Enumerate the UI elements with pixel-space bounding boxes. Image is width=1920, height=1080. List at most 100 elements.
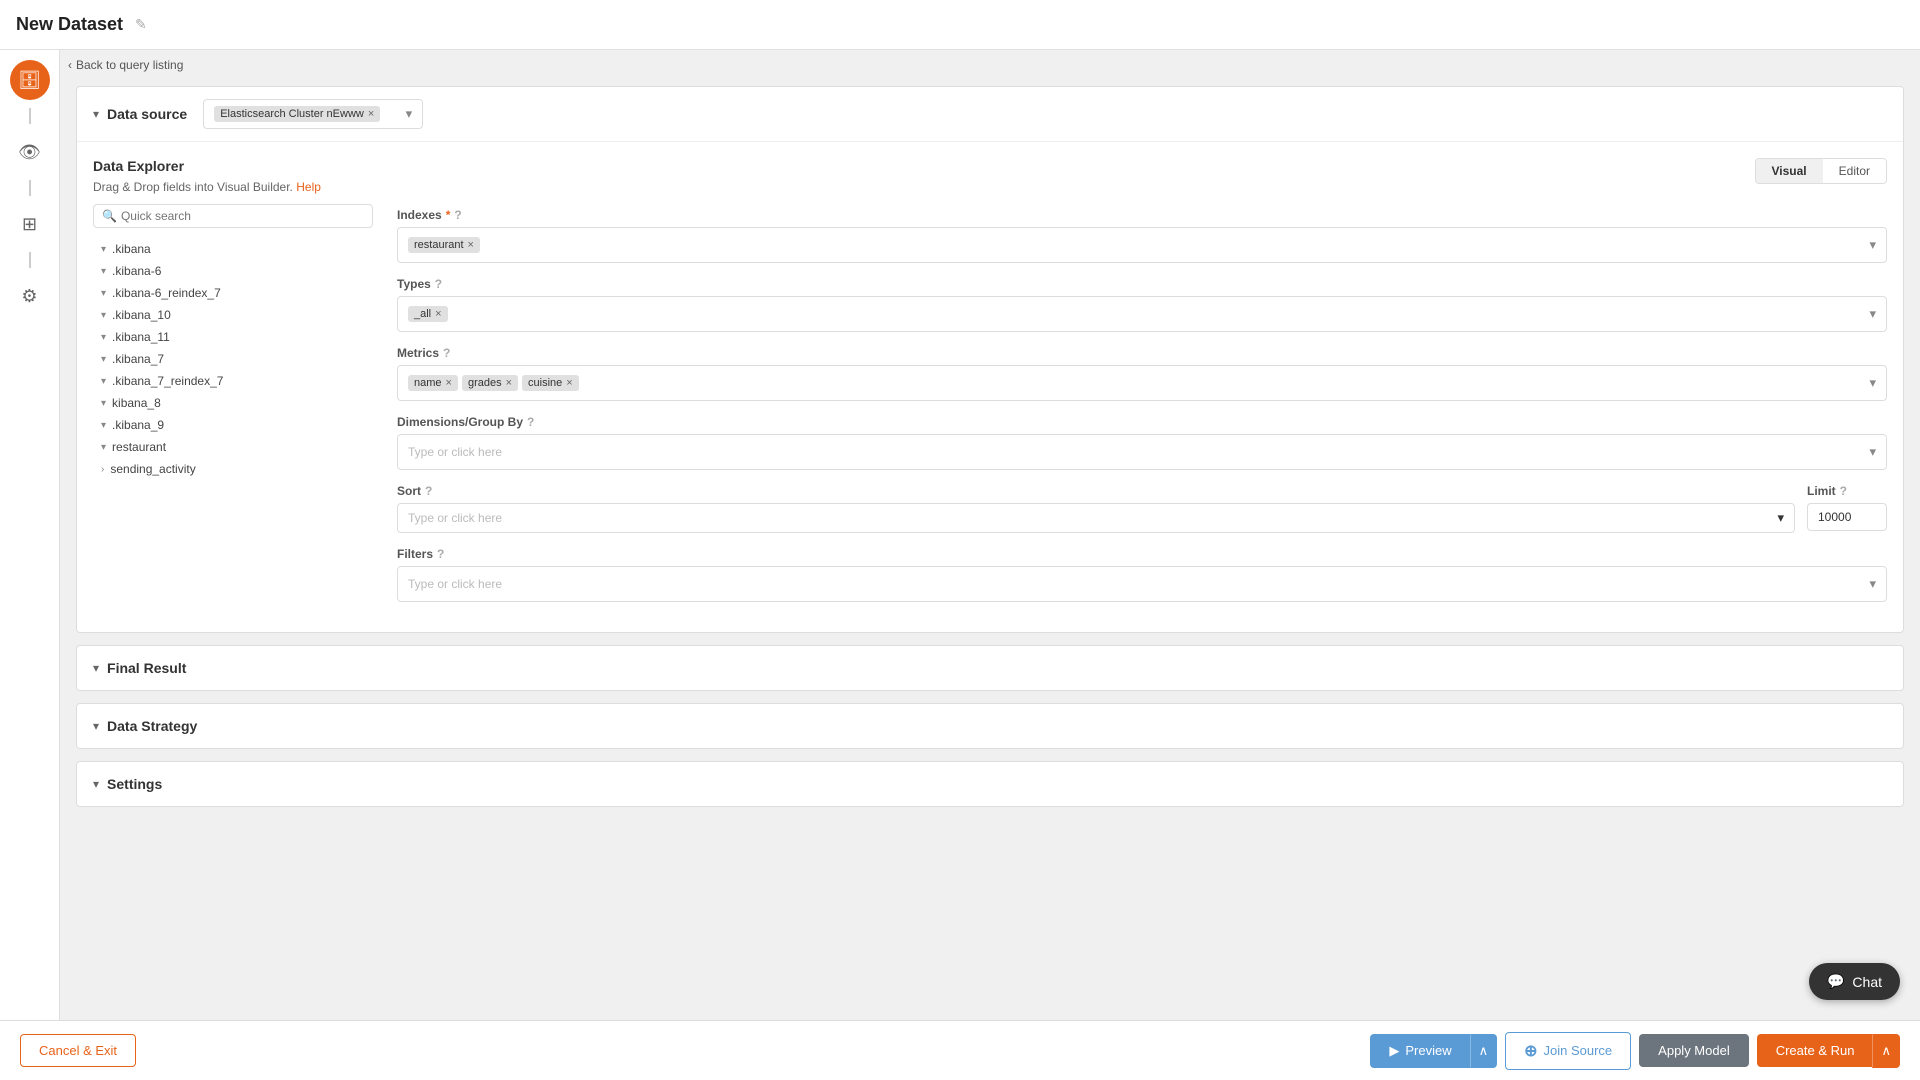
preview-expand-button[interactable]: ∧	[1470, 1034, 1498, 1068]
final-result-title: Final Result	[107, 660, 186, 676]
data-strategy-header[interactable]: ▾ Data Strategy	[77, 704, 1903, 748]
tree-item[interactable]: ▾.kibana_7	[93, 348, 373, 370]
dimensions-input[interactable]: Type or click here ▾	[397, 434, 1887, 470]
join-source-button[interactable]: ⊕ Join Source	[1505, 1032, 1631, 1070]
chat-button[interactable]: 💬 Chat	[1809, 963, 1900, 1000]
datasource-dropdown[interactable]: Elasticsearch Cluster nEwww × ▾	[203, 99, 423, 129]
data-strategy-toggle-icon: ▾	[93, 719, 99, 733]
right-buttons: ▶ Preview ∧ ⊕ Join Source Apply Model Cr…	[1370, 1032, 1900, 1070]
datasource-tag-remove[interactable]: ×	[368, 108, 374, 120]
tree-item[interactable]: ›sending_activity	[93, 458, 373, 480]
query-builder-header: Visual Editor	[397, 158, 1887, 200]
metrics-help-icon[interactable]: ?	[443, 346, 450, 360]
limit-input[interactable]	[1807, 503, 1887, 531]
tree-item[interactable]: ▾.kibana_11	[93, 326, 373, 348]
metrics-dropdown-arrow: ▾	[1869, 375, 1876, 391]
sidebar-connector-1	[29, 108, 31, 124]
view-toggle-visual[interactable]: Visual	[1756, 159, 1823, 183]
sort-input[interactable]: Type or click here ▾	[397, 503, 1795, 533]
types-dropdown-arrow: ▾	[1869, 306, 1876, 322]
tree-list: ▾.kibana ▾.kibana-6 ▾.kibana-6_reindex_7…	[93, 238, 373, 480]
types-help-icon[interactable]: ?	[435, 277, 442, 291]
top-bar: New Dataset ✎	[0, 0, 1920, 50]
cancel-exit-button[interactable]: Cancel & Exit	[20, 1034, 136, 1067]
sort-help-icon[interactable]: ?	[425, 484, 432, 498]
help-link[interactable]: Help	[296, 180, 321, 194]
view-toggle: Visual Editor	[1755, 158, 1888, 184]
tree-item[interactable]: ▾.kibana-6	[93, 260, 373, 282]
create-run-button[interactable]: Create & Run	[1757, 1034, 1873, 1067]
view-toggle-editor[interactable]: Editor	[1823, 159, 1886, 183]
metrics-row: Metrics ? name × grades ×	[397, 346, 1887, 401]
search-icon: 🔍	[102, 209, 117, 223]
datasource-dropdown-arrow: ▾	[406, 106, 413, 122]
metrics-label: Metrics ?	[397, 346, 1887, 360]
settings-title: Settings	[107, 776, 162, 792]
filters-label: Filters ?	[397, 547, 1887, 561]
app-title: New Dataset	[16, 14, 123, 35]
metric-tag-cuisine-remove[interactable]: ×	[566, 377, 572, 389]
tree-item[interactable]: ▾kibana_8	[93, 392, 373, 414]
apply-model-button[interactable]: Apply Model	[1639, 1034, 1749, 1067]
tree-item[interactable]: ▾.kibana_7_reindex_7	[93, 370, 373, 392]
datasource-toggle-icon: ▾	[93, 107, 99, 121]
chat-icon: 💬	[1827, 973, 1844, 990]
sidebar-icon-database[interactable]: 🗄	[10, 60, 50, 100]
final-result-panel: ▾ Final Result	[76, 645, 1904, 691]
sidebar-connector-3	[29, 252, 31, 268]
dimensions-dropdown-arrow: ▾	[1869, 444, 1876, 460]
dimensions-placeholder: Type or click here	[408, 445, 502, 459]
tree-item[interactable]: ▾.kibana	[93, 238, 373, 260]
quick-search-input[interactable]	[121, 209, 364, 223]
final-result-header[interactable]: ▾ Final Result	[77, 646, 1903, 690]
types-label: Types ?	[397, 277, 1887, 291]
sidebar-icon-gear[interactable]: ⚙	[10, 276, 50, 316]
edit-title-icon[interactable]: ✎	[135, 16, 147, 33]
tree-item[interactable]: ▾restaurant	[93, 436, 373, 458]
tree-item[interactable]: ▾.kibana_9	[93, 414, 373, 436]
indexes-input[interactable]: restaurant × ▾	[397, 227, 1887, 263]
metric-tag-grades-remove[interactable]: ×	[506, 377, 512, 389]
indexes-label: Indexes* ?	[397, 208, 1887, 222]
join-source-icon: ⊕	[1524, 1041, 1537, 1061]
bottom-toolbar: Cancel & Exit ▶ Preview ∧ ⊕ Join Source …	[0, 1020, 1920, 1080]
back-link-label: Back to query listing	[76, 58, 183, 72]
settings-toggle-icon: ▾	[93, 777, 99, 791]
tree-item[interactable]: ▾.kibana-6_reindex_7	[93, 282, 373, 304]
metric-tag-name-remove[interactable]: ×	[446, 377, 452, 389]
filters-row: Filters ? Type or click here ▾	[397, 547, 1887, 602]
create-run-dropdown-button[interactable]: ∧	[1872, 1034, 1900, 1068]
data-explorer: Data Explorer Drag & Drop fields into Vi…	[93, 158, 373, 616]
datasource-section-header[interactable]: ▾ Data source Elasticsearch Cluster nEww…	[77, 87, 1903, 142]
chat-label: Chat	[1852, 974, 1882, 990]
dimensions-help-icon[interactable]: ?	[527, 415, 534, 429]
metrics-input[interactable]: name × grades × cuisine × ▾	[397, 365, 1887, 401]
types-row: Types ? _all × ▾	[397, 277, 1887, 332]
limit-group: Limit ?	[1807, 484, 1887, 533]
sort-group: Sort ? Type or click here ▾	[397, 484, 1795, 533]
datasource-body: Data Explorer Drag & Drop fields into Vi…	[77, 142, 1903, 632]
tree-item[interactable]: ▾.kibana_10	[93, 304, 373, 326]
limit-help-icon[interactable]: ?	[1840, 484, 1847, 498]
preview-icon: ▶	[1389, 1043, 1399, 1059]
types-input[interactable]: _all × ▾	[397, 296, 1887, 332]
index-tag-restaurant-remove[interactable]: ×	[468, 239, 474, 251]
sidebar-icon-table[interactable]: ⊞	[10, 204, 50, 244]
back-link[interactable]: ‹ Back to query listing	[68, 58, 183, 72]
settings-header[interactable]: ▾ Settings	[77, 762, 1903, 806]
create-run-btn-group: Create & Run ∧	[1757, 1034, 1900, 1068]
data-explorer-title: Data Explorer	[93, 158, 373, 174]
data-strategy-title: Data Strategy	[107, 718, 197, 734]
filters-input[interactable]: Type or click here ▾	[397, 566, 1887, 602]
sidebar-icon-eye[interactable]: 👁	[10, 132, 50, 172]
type-tag-all: _all ×	[408, 306, 448, 322]
sidebar-icons: 🗄 👁 ⊞ ⚙	[0, 50, 60, 1020]
back-arrow-icon: ‹	[68, 58, 72, 72]
sort-placeholder: Type or click here	[408, 511, 1777, 525]
indexes-dropdown-arrow: ▾	[1869, 237, 1876, 253]
indexes-row: Indexes* ? restaurant × ▾	[397, 208, 1887, 263]
type-tag-all-remove[interactable]: ×	[435, 308, 441, 320]
filters-help-icon[interactable]: ?	[437, 547, 444, 561]
preview-button[interactable]: ▶ Preview	[1370, 1034, 1469, 1068]
indexes-help-icon[interactable]: ?	[454, 208, 461, 222]
